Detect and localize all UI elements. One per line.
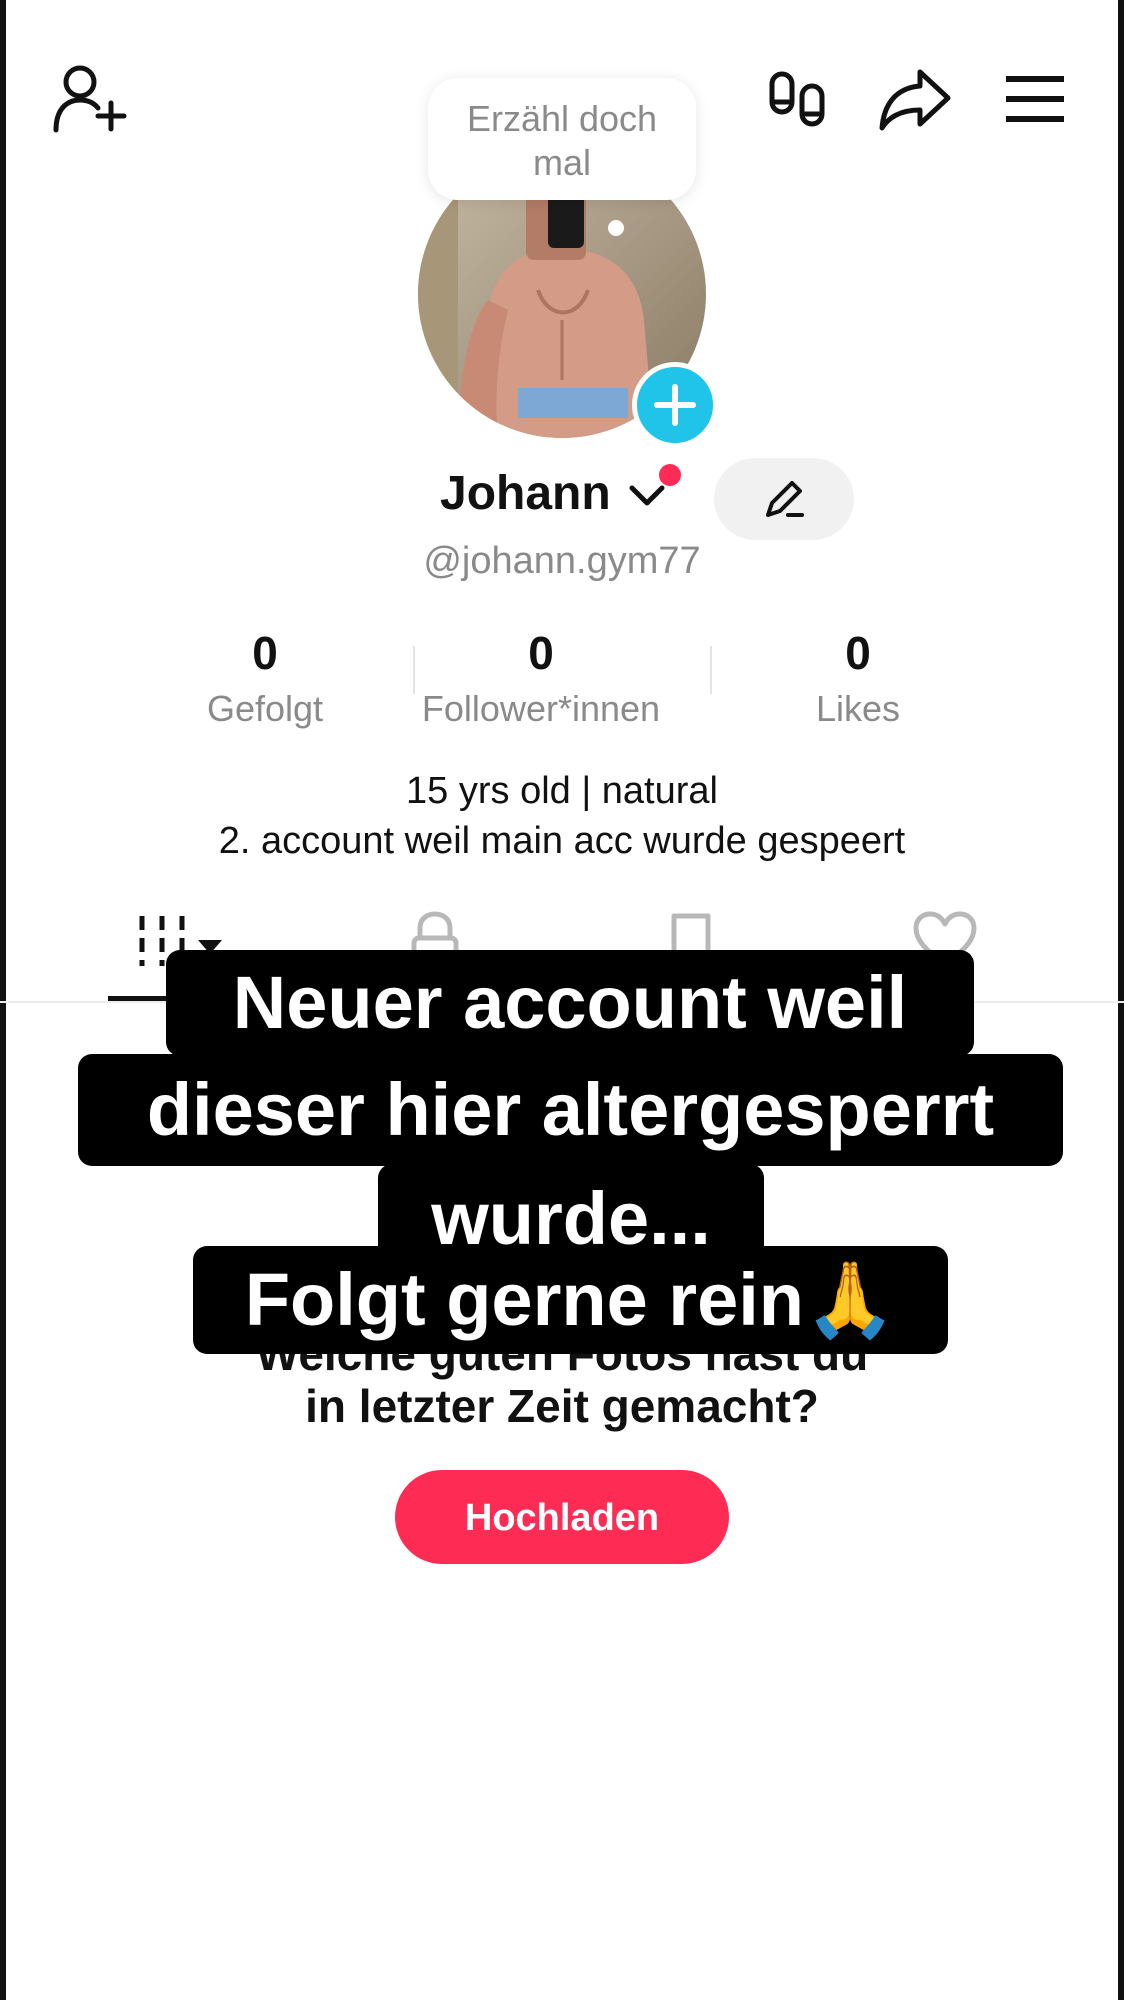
stat-divider [710, 646, 712, 694]
profile-handle: @johann.gym77 [423, 540, 701, 582]
bubble-text-line-2: mal [532, 142, 591, 183]
pencil-icon [762, 477, 806, 521]
stat-following[interactable]: 0 Gefolgt [145, 626, 385, 730]
hamburger-menu-icon[interactable] [1004, 74, 1066, 124]
stat-followers[interactable]: 0 Follower*innen [421, 626, 661, 730]
share-arrow-icon[interactable] [878, 66, 952, 132]
stat-followers-value: 0 [528, 627, 554, 679]
empty-state-line-2: in letzter Zeit gemacht? [305, 1380, 819, 1432]
person-plus-icon[interactable] [48, 62, 128, 136]
stat-following-value: 0 [252, 627, 278, 679]
overlay-caption-line-4: Folgt gerne rein🙏 [193, 1246, 948, 1354]
edit-profile-button[interactable] [714, 458, 854, 540]
profile-prompt-bubble[interactable]: Erzähl doch mal [428, 78, 696, 200]
bubble-text-line-1: Erzähl doch [466, 98, 658, 139]
left-frame-edge [0, 0, 6, 2000]
stat-following-label: Gefolgt [206, 688, 324, 729]
stat-divider [413, 646, 415, 694]
bio-line-2: 2. account weil main acc wurde gespeert [218, 820, 906, 862]
notification-dot [659, 464, 681, 486]
bubble-tail-dot [608, 220, 624, 236]
stat-likes[interactable]: 0 Likes [738, 626, 978, 730]
bio-line-1: 15 yrs old | natural [406, 770, 718, 812]
overlay-caption-line-1: Neuer account weil [166, 950, 974, 1056]
right-frame-edge [1118, 0, 1124, 2000]
upload-button[interactable]: Hochladen [395, 1470, 729, 1564]
stat-followers-label: Follower*innen [421, 688, 661, 729]
overlay-caption-line-2: dieser hier altergesperrt [78, 1054, 1063, 1166]
footprints-icon[interactable] [766, 68, 830, 134]
profile-name[interactable]: Johann [440, 466, 611, 521]
add-story-button[interactable] [632, 362, 718, 448]
stat-likes-value: 0 [845, 627, 871, 679]
stat-likes-label: Likes [815, 688, 901, 729]
